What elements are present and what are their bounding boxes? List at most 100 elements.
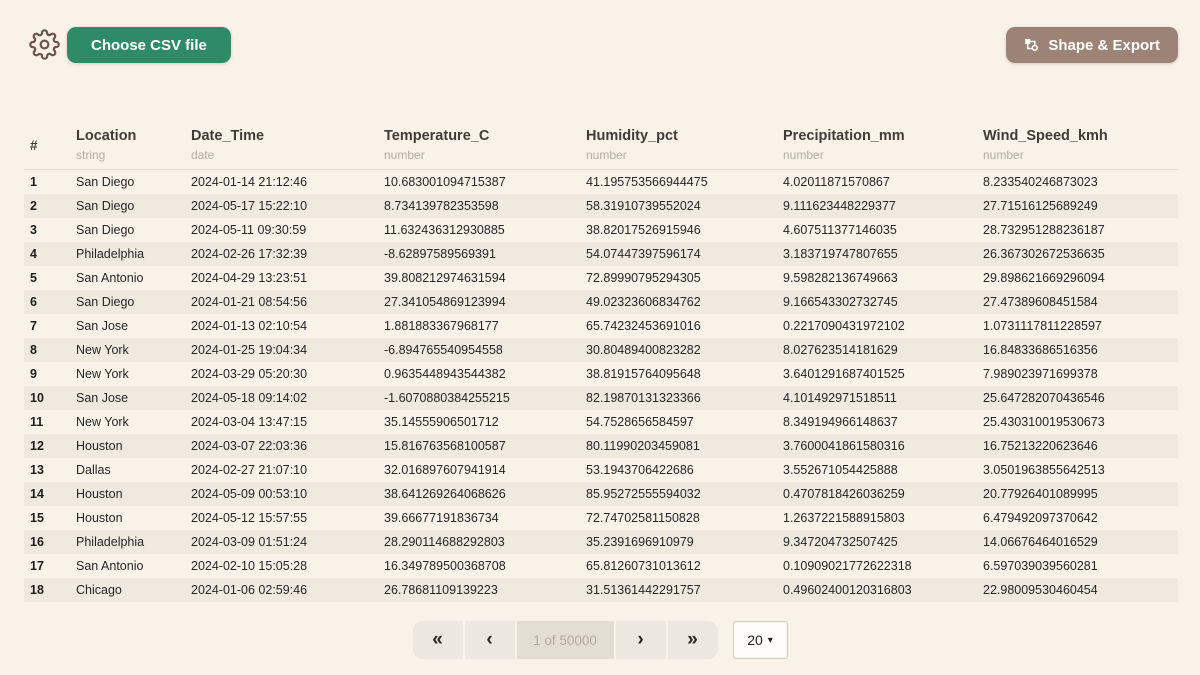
cell: 53.1943706422686 bbox=[580, 458, 777, 482]
row-index: 14 bbox=[24, 482, 70, 506]
column-type: date bbox=[191, 147, 378, 163]
cell: 22.98009530460454 bbox=[977, 578, 1178, 602]
cell: 4.101492971518511 bbox=[777, 386, 977, 410]
cell: 1.2637221588915803 bbox=[777, 506, 977, 530]
cell: San Diego bbox=[70, 170, 185, 194]
table-row: 9New York2024-03-29 05:20:300.9635448943… bbox=[24, 362, 1178, 386]
cell: 38.641269264068626 bbox=[378, 482, 580, 506]
cell: 54.7528656584597 bbox=[580, 410, 777, 434]
choose-csv-button[interactable]: Choose CSV file bbox=[67, 27, 231, 63]
row-index: 11 bbox=[24, 410, 70, 434]
cell: -1.6070880384255215 bbox=[378, 386, 580, 410]
shape-export-button[interactable]: Shape & Export bbox=[1006, 27, 1178, 63]
row-index: 9 bbox=[24, 362, 70, 386]
last-page-icon: » bbox=[687, 629, 698, 651]
cell: 3.552671054425888 bbox=[777, 458, 977, 482]
cell: 54.07447397596174 bbox=[580, 242, 777, 266]
cell: 2024-04-29 13:23:51 bbox=[185, 266, 378, 290]
cell: 72.74702581150828 bbox=[580, 506, 777, 530]
column-type: number bbox=[384, 147, 580, 163]
cell: 9.111623448229377 bbox=[777, 194, 977, 218]
cell: 2024-02-26 17:32:39 bbox=[185, 242, 378, 266]
cell: San Diego bbox=[70, 290, 185, 314]
row-index: 12 bbox=[24, 434, 70, 458]
page-size-value: 20 bbox=[747, 632, 763, 648]
cell: 25.647282070436546 bbox=[977, 386, 1178, 410]
row-index: 4 bbox=[24, 242, 70, 266]
cell: Chicago bbox=[70, 578, 185, 602]
row-index: 7 bbox=[24, 314, 70, 338]
settings-button[interactable] bbox=[27, 27, 61, 61]
cell: 9.598282136749663 bbox=[777, 266, 977, 290]
gear-icon bbox=[29, 29, 60, 60]
cell: 0.49602400120316803 bbox=[777, 578, 977, 602]
table-row: 18Chicago2024-01-06 02:59:4626.786811091… bbox=[24, 578, 1178, 602]
chevron-down-icon: ▾ bbox=[768, 635, 773, 646]
cell: 2024-02-27 21:07:10 bbox=[185, 458, 378, 482]
cell: 0.2217090431972102 bbox=[777, 314, 977, 338]
cell: 10.683001094715387 bbox=[378, 170, 580, 194]
cell: 6.479492097370642 bbox=[977, 506, 1178, 530]
cell: 26.78681109139223 bbox=[378, 578, 580, 602]
row-index: 1 bbox=[24, 170, 70, 194]
cell: Houston bbox=[70, 482, 185, 506]
cell: 26.367302672536635 bbox=[977, 242, 1178, 266]
cell: 2024-01-21 08:54:56 bbox=[185, 290, 378, 314]
row-index: 18 bbox=[24, 578, 70, 602]
cell: 38.82017526915946 bbox=[580, 218, 777, 242]
column-header: Temperature_Cnumber bbox=[378, 127, 580, 170]
next-page-icon: › bbox=[637, 629, 643, 651]
cell: San Diego bbox=[70, 194, 185, 218]
first-page-button[interactable]: « bbox=[413, 621, 463, 659]
cell: 2024-03-04 13:47:15 bbox=[185, 410, 378, 434]
table-row: 16Philadelphia2024-03-09 01:51:2428.2901… bbox=[24, 530, 1178, 554]
cell: 72.89990795294305 bbox=[580, 266, 777, 290]
cell: 2024-03-07 22:03:36 bbox=[185, 434, 378, 458]
cell: 27.71516125689249 bbox=[977, 194, 1178, 218]
cell: 65.81260731013612 bbox=[580, 554, 777, 578]
cell: 39.808212974631594 bbox=[378, 266, 580, 290]
toolbar: Choose CSV file Shape & Export bbox=[0, 0, 1200, 90]
cell: 58.31910739552024 bbox=[580, 194, 777, 218]
cell: New York bbox=[70, 362, 185, 386]
cell: New York bbox=[70, 338, 185, 362]
cell: 2024-05-17 15:22:10 bbox=[185, 194, 378, 218]
cell: 29.898621669296094 bbox=[977, 266, 1178, 290]
page-indicator[interactable]: 1 of 50000 bbox=[517, 621, 614, 659]
cell: San Antonio bbox=[70, 266, 185, 290]
cell: 9.347204732507425 bbox=[777, 530, 977, 554]
cell: 1.0731117811228597 bbox=[977, 314, 1178, 338]
column-header: Humidity_pctnumber bbox=[580, 127, 777, 170]
cell: San Diego bbox=[70, 218, 185, 242]
table-row: 7San Jose2024-01-13 02:10:541.8818833679… bbox=[24, 314, 1178, 338]
cell: 2024-01-14 21:12:46 bbox=[185, 170, 378, 194]
cell: San Jose bbox=[70, 314, 185, 338]
table-row: 8New York2024-01-25 19:04:34-6.894765540… bbox=[24, 338, 1178, 362]
table-row: 11New York2024-03-04 13:47:1535.14555906… bbox=[24, 410, 1178, 434]
prev-page-button[interactable]: ‹ bbox=[465, 621, 515, 659]
cell: 7.989023971699378 bbox=[977, 362, 1178, 386]
column-type: number bbox=[983, 147, 1178, 163]
table-row: 6San Diego2024-01-21 08:54:5627.34105486… bbox=[24, 290, 1178, 314]
cell: 2024-05-09 00:53:10 bbox=[185, 482, 378, 506]
table-body: 1San Diego2024-01-14 21:12:4610.68300109… bbox=[24, 170, 1178, 602]
first-page-icon: « bbox=[432, 629, 443, 651]
last-page-button[interactable]: » bbox=[668, 621, 718, 659]
column-type: number bbox=[783, 147, 977, 163]
page-size-dropdown[interactable]: 20 ▾ bbox=[733, 621, 788, 659]
cell: 2024-01-25 19:04:34 bbox=[185, 338, 378, 362]
column-label: Wind_Speed_kmh bbox=[983, 127, 1178, 145]
column-label: Date_Time bbox=[191, 127, 378, 145]
next-page-button[interactable]: › bbox=[616, 621, 666, 659]
cell: 4.02011871570867 bbox=[777, 170, 977, 194]
cell: 4.607511377146035 bbox=[777, 218, 977, 242]
column-header: Wind_Speed_kmhnumber bbox=[977, 127, 1178, 170]
row-index: 5 bbox=[24, 266, 70, 290]
cell: Houston bbox=[70, 434, 185, 458]
cell: 6.597039039560281 bbox=[977, 554, 1178, 578]
row-index: 8 bbox=[24, 338, 70, 362]
cell: 3.0501963855642513 bbox=[977, 458, 1178, 482]
cell: 3.6401291687401525 bbox=[777, 362, 977, 386]
cell: 80.11990203459081 bbox=[580, 434, 777, 458]
prev-page-icon: ‹ bbox=[486, 629, 492, 651]
